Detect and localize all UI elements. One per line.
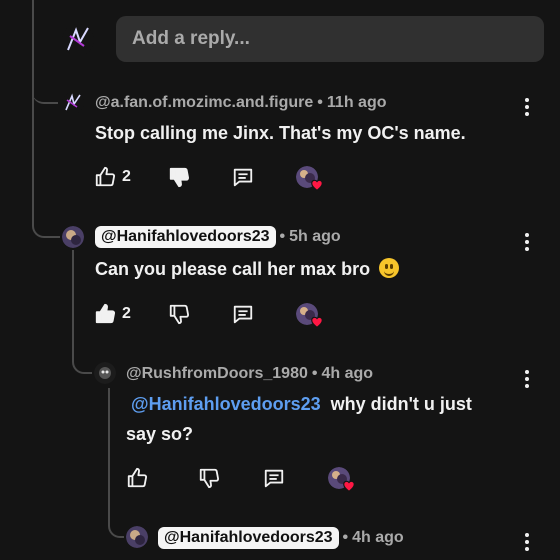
comment-meta: @Hanifahlovedoors23 • 4h ago xyxy=(158,527,404,549)
heart-icon xyxy=(343,480,355,492)
comment-time[interactable]: 5h ago xyxy=(289,228,341,245)
separator: • xyxy=(311,365,318,382)
smiley-emoji-icon xyxy=(379,258,400,278)
separator: • xyxy=(342,529,349,546)
avatar[interactable] xyxy=(94,362,116,384)
comment-text-content: Can you please call her max bro xyxy=(95,259,371,279)
thread-connector-2 xyxy=(32,200,60,238)
dislike-button[interactable] xyxy=(168,166,190,188)
reply-button[interactable] xyxy=(232,303,254,325)
comment-author[interactable]: @a.fan.of.mozimc.and.figure xyxy=(95,94,313,111)
more-options-icon[interactable] xyxy=(525,98,531,119)
comment-author[interactable]: @Hanifahlovedoors23 xyxy=(158,527,339,549)
comment-text: Stop calling me Jinx. That's my OC's nam… xyxy=(95,123,466,143)
current-user-avatar xyxy=(62,24,94,56)
avatar[interactable] xyxy=(126,526,148,548)
comment-text-line: @Hanifahlovedoors23 why didn't u just xyxy=(126,389,526,419)
heart-icon xyxy=(311,316,323,328)
thread-line-sub2 xyxy=(108,388,110,508)
comment-text: @Hanifahlovedoors23 why didn't u just sa… xyxy=(126,389,526,449)
like-count: 2 xyxy=(122,168,131,185)
comment-meta: @a.fan.of.mozimc.and.figure • 11h ago xyxy=(95,94,386,112)
reply-input[interactable]: Add a reply... xyxy=(116,16,544,62)
more-options-icon[interactable] xyxy=(525,370,531,391)
comment-text-line: say so? xyxy=(126,424,194,444)
like-count: 2 xyxy=(122,305,131,322)
comment-meta: @RushfromDoors_1980 • 4h ago xyxy=(126,365,373,383)
mention-link[interactable]: @Hanifahlovedoors23 xyxy=(131,394,321,414)
comment-text: Can you please call her max bro xyxy=(95,254,400,284)
thread-connector-1 xyxy=(32,84,58,104)
thread-line-sub xyxy=(72,250,74,350)
thread-connector-3 xyxy=(72,340,92,374)
more-options-icon[interactable] xyxy=(525,533,531,554)
comment-time[interactable]: 11h ago xyxy=(327,94,387,111)
like-button[interactable]: 2 xyxy=(94,166,131,188)
separator: • xyxy=(317,94,323,111)
comment-author[interactable]: @RushfromDoors_1980 xyxy=(126,365,308,382)
reply-button[interactable] xyxy=(263,467,285,489)
comment-text-content: why didn't u just xyxy=(330,394,472,414)
avatar[interactable] xyxy=(62,226,84,248)
heart-icon xyxy=(311,179,323,191)
comment-author[interactable]: @Hanifahlovedoors23 xyxy=(95,226,276,248)
thread-connector-4 xyxy=(108,500,124,538)
like-button[interactable] xyxy=(126,467,148,489)
reply-button[interactable] xyxy=(232,166,254,188)
separator: • xyxy=(279,228,286,245)
thumbs-up-filled-icon xyxy=(94,303,116,325)
thread-line-main xyxy=(32,0,34,218)
thumbs-up-icon xyxy=(94,166,116,188)
dislike-button[interactable] xyxy=(168,303,190,325)
avatar[interactable] xyxy=(62,92,84,114)
dislike-button[interactable] xyxy=(198,467,220,489)
like-button[interactable]: 2 xyxy=(94,303,131,325)
comment-time[interactable]: 4h ago xyxy=(352,529,404,546)
comment-meta: @Hanifahlovedoors23 • 5h ago xyxy=(95,226,341,248)
more-options-icon[interactable] xyxy=(525,233,531,254)
comment-time[interactable]: 4h ago xyxy=(321,365,373,382)
